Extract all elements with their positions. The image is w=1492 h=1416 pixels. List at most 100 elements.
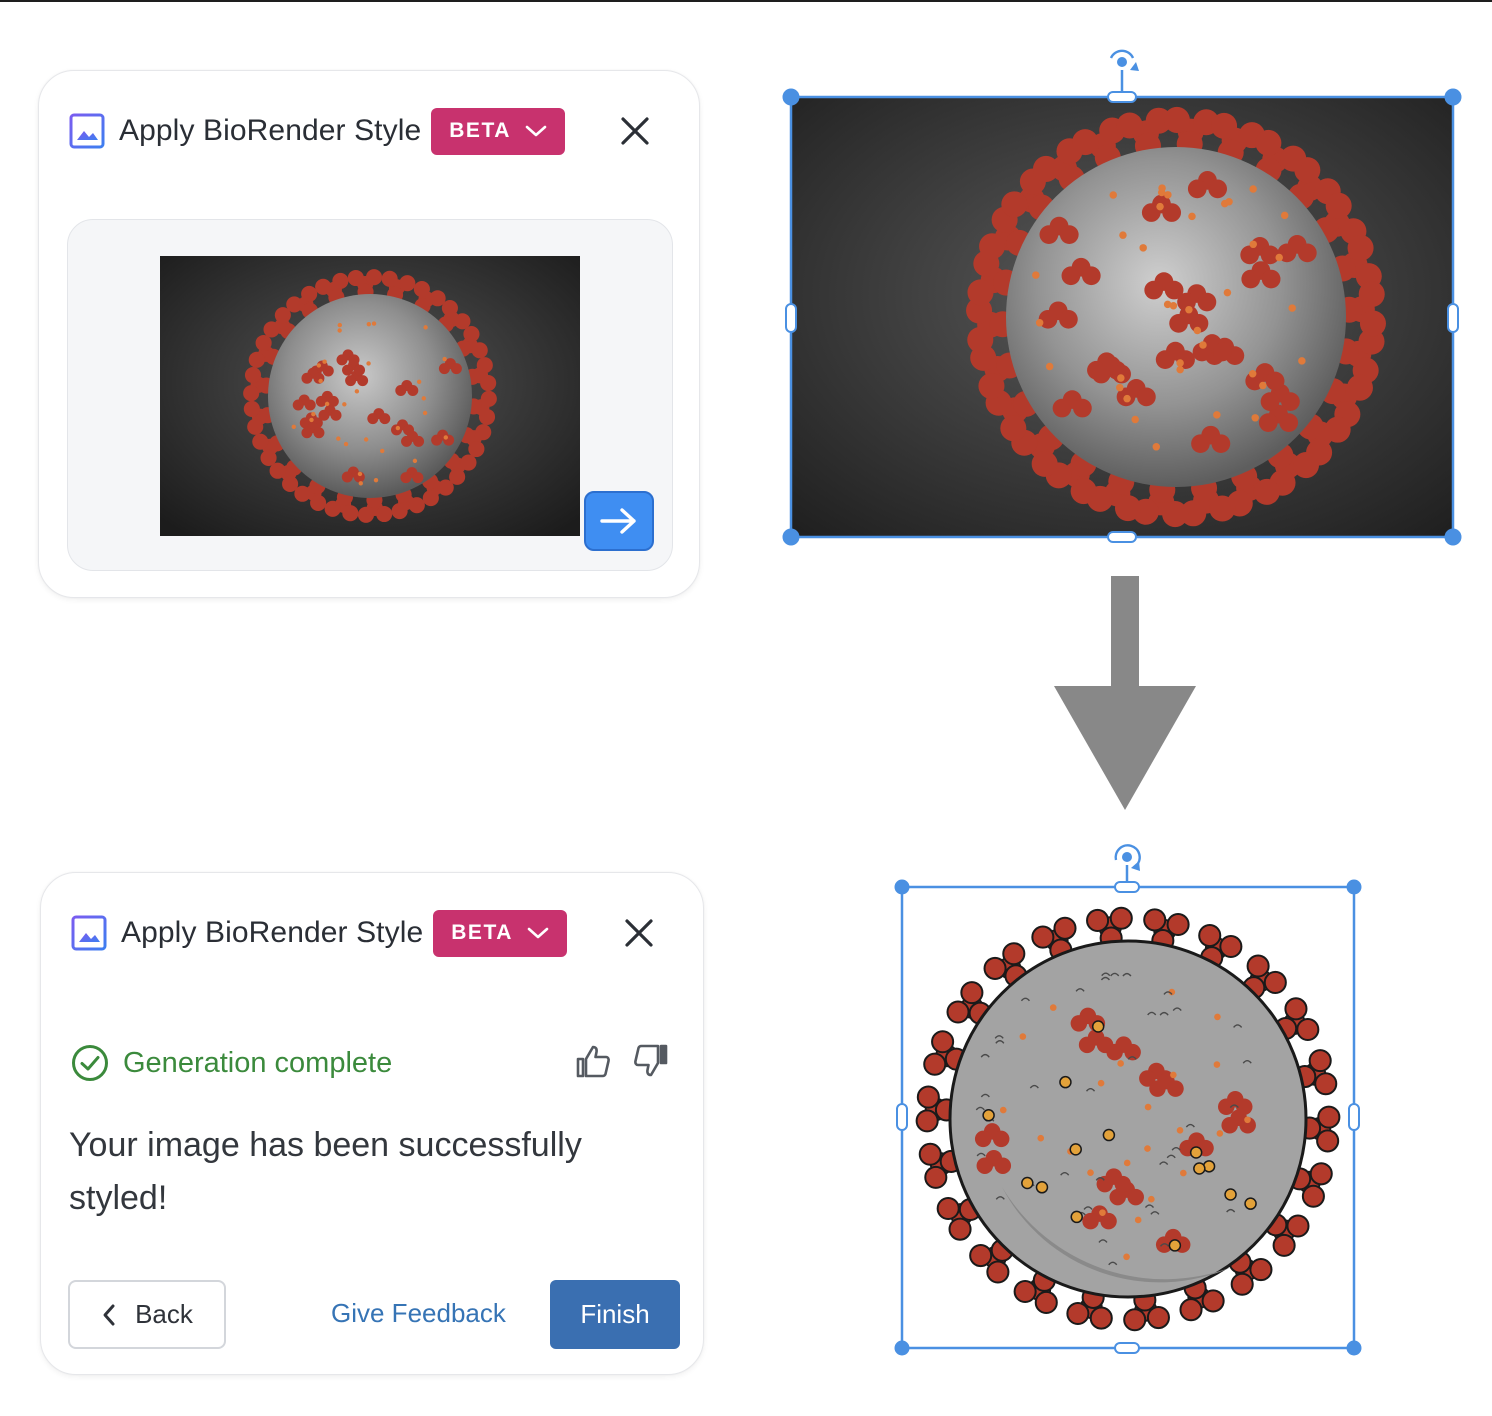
surface-dot bbox=[342, 402, 347, 407]
close-button[interactable] bbox=[617, 113, 653, 149]
surface-dot bbox=[366, 321, 372, 327]
resize-handle[interactable] bbox=[1107, 91, 1137, 103]
resize-handle[interactable] bbox=[1447, 303, 1459, 333]
surface-dot bbox=[1193, 1162, 1206, 1175]
resize-handle[interactable] bbox=[785, 303, 797, 333]
close-icon bbox=[625, 919, 653, 947]
surface-dot bbox=[395, 425, 401, 431]
surface-dot bbox=[1097, 1079, 1105, 1087]
surface-dot bbox=[423, 325, 428, 330]
surface-dot bbox=[1244, 1116, 1251, 1124]
resize-handle[interactable] bbox=[782, 88, 800, 106]
surface-dot bbox=[1032, 271, 1040, 279]
surface-dot bbox=[421, 396, 426, 401]
surface-dot bbox=[1248, 370, 1257, 378]
surface-dot bbox=[1249, 240, 1257, 249]
chevron-down-icon bbox=[525, 125, 547, 137]
surface-dot bbox=[422, 410, 428, 416]
surface-dot bbox=[1045, 362, 1054, 371]
surface-dot bbox=[1298, 357, 1306, 365]
close-button[interactable] bbox=[621, 915, 657, 951]
give-feedback-link[interactable]: Give Feedback bbox=[331, 1298, 506, 1329]
surface-dot bbox=[1117, 1060, 1124, 1067]
resize-handle[interactable] bbox=[1346, 1340, 1362, 1356]
surface-dot bbox=[1021, 1176, 1034, 1190]
surface-dot bbox=[1156, 202, 1164, 211]
resize-handle[interactable] bbox=[1444, 88, 1462, 106]
top-border bbox=[0, 0, 1492, 2]
surface-dot bbox=[1119, 231, 1127, 239]
arrow-right-icon bbox=[600, 508, 636, 534]
surface-dot bbox=[322, 359, 327, 364]
surface-dot bbox=[1188, 212, 1196, 221]
beta-dropdown[interactable]: BETA bbox=[431, 107, 565, 155]
beta-dropdown[interactable]: BETA bbox=[433, 909, 567, 957]
rotate-handle-icon[interactable] bbox=[1109, 49, 1139, 71]
surface-dot bbox=[1144, 1145, 1151, 1152]
surface-dot bbox=[1259, 381, 1267, 390]
surface-dot bbox=[358, 481, 363, 486]
image-icon bbox=[69, 113, 105, 149]
surface-dot bbox=[318, 378, 323, 384]
surface-dot bbox=[324, 401, 330, 407]
submit-button[interactable] bbox=[584, 491, 654, 551]
resize-handle[interactable] bbox=[1114, 1342, 1140, 1354]
surface-dot bbox=[443, 435, 448, 440]
surface-dot bbox=[343, 441, 349, 447]
surface-dot bbox=[373, 477, 379, 483]
resize-handle[interactable] bbox=[1444, 528, 1462, 546]
surface-dot bbox=[1059, 1075, 1072, 1089]
surface-dot bbox=[1091, 1020, 1105, 1033]
surface-dot bbox=[1069, 1143, 1082, 1156]
thumbs-up-icon[interactable] bbox=[575, 1043, 611, 1079]
resize-handle[interactable] bbox=[1107, 531, 1137, 543]
surface-dot bbox=[316, 363, 322, 368]
resize-handle[interactable] bbox=[782, 528, 800, 546]
close-icon bbox=[621, 117, 649, 145]
surface-dot bbox=[1019, 1033, 1027, 1040]
virus-photo-canvas-object[interactable] bbox=[791, 97, 1453, 537]
surface-dot bbox=[1213, 411, 1221, 419]
surface-dot bbox=[1102, 1128, 1116, 1142]
chevron-left-icon bbox=[103, 1304, 115, 1325]
dialog-header: Apply BioRender Style BETA bbox=[69, 107, 669, 155]
check-circle-icon bbox=[72, 1045, 108, 1081]
image-preview-area bbox=[67, 219, 673, 571]
surface-dot bbox=[1169, 302, 1178, 310]
surface-dot bbox=[1189, 1146, 1203, 1159]
surface-dot bbox=[1139, 244, 1147, 252]
surface-dot bbox=[982, 1109, 995, 1122]
surface-dot bbox=[1168, 1239, 1182, 1252]
thumbs-down-icon[interactable] bbox=[633, 1043, 669, 1079]
chevron-down-icon bbox=[527, 927, 549, 939]
surface-dot bbox=[1117, 374, 1125, 382]
feedback-icons bbox=[575, 1043, 669, 1079]
surface-dot bbox=[1224, 1188, 1237, 1201]
surface-dot bbox=[337, 322, 342, 328]
virus-cartoon-canvas-object[interactable] bbox=[902, 887, 1354, 1348]
surface-dot bbox=[1035, 319, 1044, 327]
surface-dot bbox=[1251, 414, 1259, 422]
style-dialog-result: Apply BioRender Style BETA Generation co… bbox=[40, 872, 704, 1375]
resize-handle[interactable] bbox=[894, 879, 910, 895]
rotate-handle-icon[interactable] bbox=[1114, 844, 1141, 871]
surface-dot bbox=[1144, 1103, 1152, 1111]
status-text: Generation complete bbox=[123, 1046, 393, 1079]
back-button[interactable]: Back bbox=[68, 1280, 226, 1349]
surface-dot bbox=[1176, 359, 1184, 367]
surface-dot bbox=[1087, 1169, 1094, 1176]
surface-dot bbox=[1152, 443, 1161, 451]
resize-handle[interactable] bbox=[896, 1103, 908, 1131]
surface-dot bbox=[1131, 415, 1139, 424]
resize-handle[interactable] bbox=[1114, 881, 1140, 893]
surface-dot bbox=[1176, 365, 1184, 374]
dialog-header: Apply BioRender Style BETA bbox=[71, 909, 673, 957]
resize-handle[interactable] bbox=[1346, 879, 1362, 895]
surface-dot bbox=[1070, 1210, 1083, 1224]
finish-button[interactable]: Finish bbox=[550, 1280, 680, 1349]
resize-handle[interactable] bbox=[1348, 1103, 1360, 1131]
arrow-down-icon bbox=[1054, 576, 1196, 810]
resize-handle[interactable] bbox=[894, 1340, 910, 1356]
surface-dot bbox=[1275, 253, 1283, 262]
beta-label: BETA bbox=[451, 921, 513, 944]
